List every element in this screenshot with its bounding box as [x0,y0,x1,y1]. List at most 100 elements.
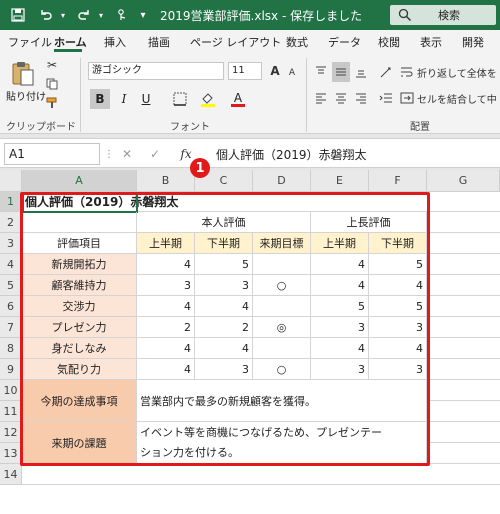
align-bottom-icon[interactable] [352,62,370,82]
empty-cell[interactable] [427,401,500,422]
score-cell[interactable]: 5 [369,254,427,275]
item-name-cell[interactable]: 顧客維持力 [22,275,137,296]
indent-icon[interactable] [374,88,398,108]
achievements-text-cell[interactable]: 営業部内で最多の新規顧客を獲得。 [137,380,427,422]
empty-cell[interactable] [427,359,500,380]
row-header-6[interactable]: 6 [0,296,22,317]
touch-mode-icon[interactable] [112,5,132,25]
empty-row[interactable] [22,464,500,485]
tab-draw[interactable]: 描画 [148,34,170,50]
item-name-cell[interactable]: 気配り力 [22,359,137,380]
next-goal-header[interactable]: 来期目標 [253,233,311,254]
cancel-icon[interactable]: ✕ [118,144,136,164]
worksheet-grid[interactable]: A B C D E F G 1 2 3 4 5 6 7 8 9 10 11 12… [0,158,500,514]
row-header-3[interactable]: 3 [0,233,22,254]
bold-button[interactable]: B [90,89,110,109]
score-cell[interactable]: 5 [311,296,369,317]
row-header-9[interactable]: 9 [0,359,22,380]
row-header-1[interactable]: 1 [0,192,22,212]
score-cell[interactable]: 3 [195,275,253,296]
boss-eval-header[interactable]: 上長評価 [311,212,427,233]
tab-insert[interactable]: 挿入 [104,34,126,50]
score-cell[interactable]: 4 [195,338,253,359]
row-header-13[interactable]: 13 [0,443,22,464]
boss-second-half-header[interactable]: 下半期 [369,233,427,254]
score-cell[interactable]: 4 [369,338,427,359]
wrap-text-button[interactable]: 折り返して全体を [400,62,500,82]
search-box[interactable]: 検索 [390,5,496,25]
orientation-icon[interactable] [374,62,398,82]
empty-cell[interactable] [427,296,500,317]
row-header-14[interactable]: 14 [0,464,22,485]
grow-font-icon[interactable]: A [266,61,284,81]
tab-data[interactable]: データ [328,34,361,50]
paste-icon[interactable] [8,58,38,90]
score-cell[interactable]: 3 [311,317,369,338]
font-name-box[interactable]: 游ゴシック [88,62,224,80]
column-header-d[interactable]: D [253,170,311,192]
row-header-12[interactable]: 12 [0,422,22,443]
row-header-7[interactable]: 7 [0,317,22,338]
redo-dropdown-icon[interactable]: ▾ [96,5,106,25]
score-cell[interactable]: 4 [137,296,195,317]
score-cell[interactable]: 3 [311,359,369,380]
row-header-11[interactable]: 11 [0,401,22,422]
goal-mark-cell[interactable] [253,296,311,317]
save-icon[interactable] [8,5,28,25]
column-header-a[interactable]: A [22,170,137,192]
font-color-button[interactable]: A [228,89,248,109]
item-name-cell[interactable]: プレゼン力 [22,317,137,338]
item-name-cell[interactable]: 新規開拓力 [22,254,137,275]
score-cell[interactable]: 4 [137,359,195,380]
empty-cell[interactable] [427,317,500,338]
name-box[interactable]: A1 [4,143,100,165]
empty-cell[interactable] [427,338,500,359]
next-issues-text-cell[interactable]: イベント等を商機につなげるため、プレゼンテー ション力を付ける。 [137,422,427,464]
tab-formulas[interactable]: 数式 [286,34,308,50]
score-cell[interactable]: 3 [137,275,195,296]
align-middle-icon[interactable] [332,62,350,82]
row-header-2[interactable]: 2 [0,212,22,233]
align-left-icon[interactable] [312,88,330,108]
score-cell[interactable]: 5 [195,254,253,275]
formula-content[interactable]: 個人評価（2019）赤磐翔太 [216,146,367,163]
fill-color-icon[interactable] [198,89,218,109]
row-header-10[interactable]: 10 [0,380,22,401]
goal-mark-cell[interactable]: ◎ [253,317,311,338]
tab-review[interactable]: 校閲 [378,34,400,50]
score-cell[interactable]: 4 [137,254,195,275]
align-top-icon[interactable] [312,62,330,82]
cut-icon[interactable]: ✂ [42,55,62,75]
score-cell[interactable]: 2 [195,317,253,338]
row-header-4[interactable]: 4 [0,254,22,275]
score-cell[interactable]: 2 [137,317,195,338]
select-all-corner[interactable] [0,170,22,192]
copy-icon[interactable] [42,74,62,94]
italic-button[interactable]: I [114,89,134,109]
score-cell[interactable]: 3 [369,359,427,380]
format-painter-icon[interactable] [42,93,62,113]
column-header-b[interactable]: B [137,170,195,192]
empty-cell[interactable] [427,212,500,233]
empty-cell[interactable] [427,422,500,443]
shrink-font-icon[interactable]: A [284,63,300,83]
align-center-icon[interactable] [332,88,350,108]
font-size-box[interactable]: 11 [228,62,262,80]
undo-dropdown-icon[interactable]: ▾ [58,5,68,25]
goal-mark-cell[interactable]: ○ [253,275,311,296]
score-cell[interactable]: 4 [195,296,253,317]
empty-cell[interactable] [427,380,500,401]
score-cell[interactable]: 4 [137,338,195,359]
paste-button[interactable]: 貼り付け [6,88,46,103]
first-half-header[interactable]: 上半期 [137,233,195,254]
goal-mark-cell[interactable] [253,338,311,359]
tab-developer[interactable]: 開発 [462,34,484,50]
underline-button[interactable]: U [136,89,156,109]
row-header-8[interactable]: 8 [0,338,22,359]
undo-icon[interactable] [34,5,58,25]
item-name-cell[interactable]: 身だしなみ [22,338,137,359]
score-cell[interactable]: 3 [369,317,427,338]
goal-mark-cell[interactable]: ○ [253,359,311,380]
score-cell[interactable]: 4 [311,254,369,275]
column-header-f[interactable]: F [369,170,427,192]
